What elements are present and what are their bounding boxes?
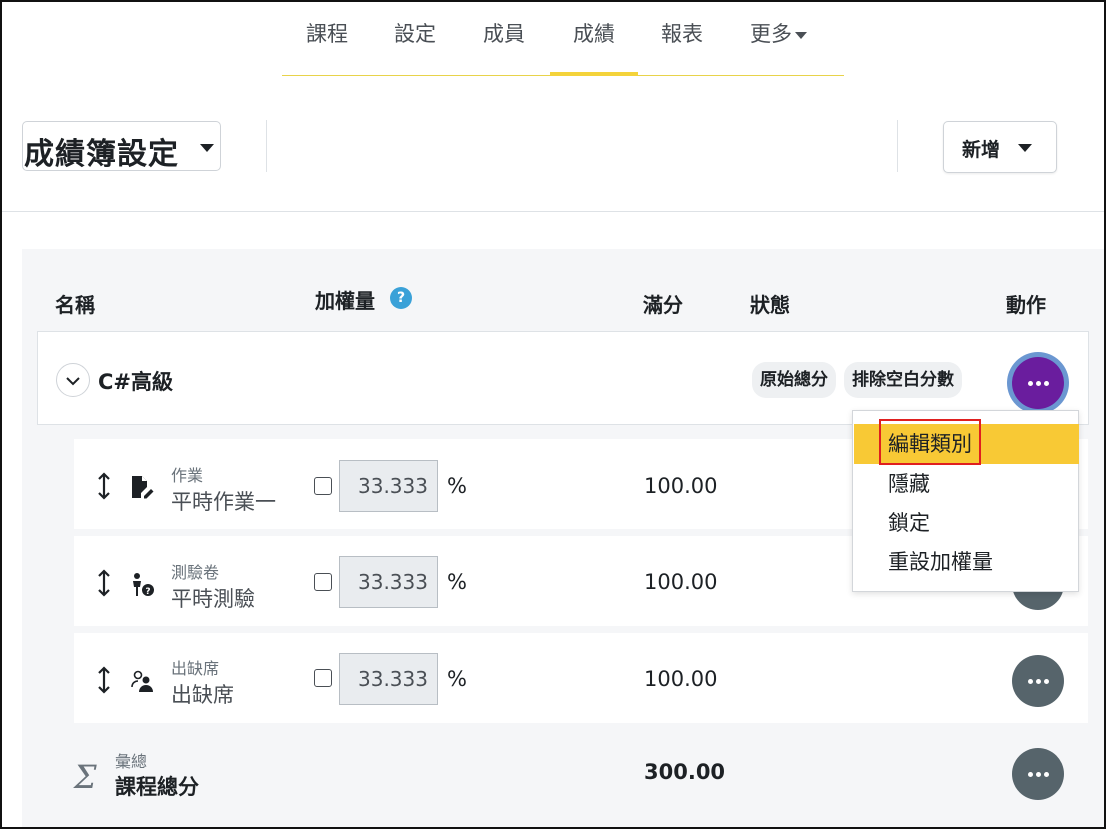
percent-sign: % <box>447 570 467 594</box>
item-type: 出缺席 <box>171 659 220 678</box>
category-name: C#高級 <box>98 370 174 394</box>
add-button-label: 新增 <box>962 139 1001 161</box>
column-header-max: 滿分 <box>643 293 683 317</box>
weight-input[interactable]: 33.333 <box>339 460 438 512</box>
tab-grades-label: 成績 <box>573 22 615 46</box>
chevron-down-icon <box>66 377 80 386</box>
total-max-grade: 300.00 <box>644 760 726 784</box>
item-type: 測驗卷 <box>171 563 220 582</box>
menu-item-hide[interactable]: 隱藏 <box>854 464 1079 504</box>
weight-override-checkbox[interactable] <box>314 573 332 591</box>
menu-item-lock[interactable]: 鎖定 <box>854 503 1079 543</box>
item-name[interactable]: 平時作業一 <box>171 486 276 516</box>
weight-override-checkbox[interactable] <box>314 477 332 495</box>
item-type: 作業 <box>171 466 204 485</box>
max-grade: 100.00 <box>644 474 718 498</box>
assignment-icon <box>132 476 154 499</box>
more-icon <box>1012 357 1064 409</box>
tab-more-label: 更多 <box>750 22 792 46</box>
tab-members[interactable]: 成員 <box>483 18 525 76</box>
chevron-down-icon <box>795 31 807 39</box>
tab-settings[interactable]: 設定 <box>394 18 436 76</box>
percent-sign: % <box>447 474 467 498</box>
status-badge: 排除空白分數 <box>844 362 962 398</box>
total-actions-button[interactable] <box>1012 748 1064 800</box>
divider <box>897 120 898 172</box>
chevron-down-icon <box>1018 144 1032 152</box>
column-header-name: 名稱 <box>55 293 95 317</box>
percent-sign: % <box>447 667 467 691</box>
column-header-actions: 動作 <box>1006 293 1046 317</box>
table-row <box>74 633 1088 723</box>
menu-item-reset-weights[interactable]: 重設加權量 <box>854 542 1079 582</box>
total-name: 課程總分 <box>115 775 199 799</box>
help-icon[interactable]: ? <box>390 287 412 309</box>
svg-text:?: ? <box>145 587 150 597</box>
page-title: 成績簿設定 <box>24 137 179 172</box>
item-name[interactable]: 平時測驗 <box>171 583 255 613</box>
status-badge: 原始總分 <box>752 362 836 398</box>
divider <box>2 211 1104 212</box>
max-grade: 100.00 <box>644 667 718 691</box>
highlight-box <box>879 419 981 465</box>
add-button[interactable]: 新增 <box>943 121 1057 173</box>
weight-override-checkbox[interactable] <box>314 669 332 687</box>
move-icon[interactable] <box>96 569 112 597</box>
item-actions-button[interactable] <box>1012 655 1064 707</box>
tab-grades[interactable]: 成績 <box>550 18 638 76</box>
tab-reports[interactable]: 報表 <box>661 18 703 76</box>
column-header-weight: 加權量 <box>315 289 375 313</box>
move-icon[interactable] <box>96 666 112 694</box>
move-icon[interactable] <box>96 472 112 500</box>
chevron-down-icon <box>200 144 214 152</box>
page: 課程 設定 成員 成績 報表 更多 成績簿設定 新增 名稱 加權量 ? 滿分 狀… <box>0 0 1106 829</box>
sigma-icon: Σ <box>74 758 97 796</box>
attendance-icon <box>131 670 153 692</box>
tab-more[interactable]: 更多 <box>750 18 807 76</box>
tab-course[interactable]: 課程 <box>306 18 348 76</box>
weight-input[interactable]: 33.333 <box>339 653 438 705</box>
collapse-toggle[interactable] <box>56 363 90 397</box>
max-grade: 100.00 <box>644 570 718 594</box>
item-name[interactable]: 出缺席 <box>171 679 234 709</box>
quiz-icon: ? <box>133 573 154 597</box>
weight-input[interactable]: 33.333 <box>339 556 438 608</box>
total-type: 彙總 <box>115 752 148 771</box>
column-header-status: 狀態 <box>750 293 790 317</box>
category-actions-button[interactable] <box>1007 352 1069 414</box>
divider <box>266 120 267 172</box>
gradebook-page-select[interactable]: 成績簿設定 <box>22 121 221 172</box>
